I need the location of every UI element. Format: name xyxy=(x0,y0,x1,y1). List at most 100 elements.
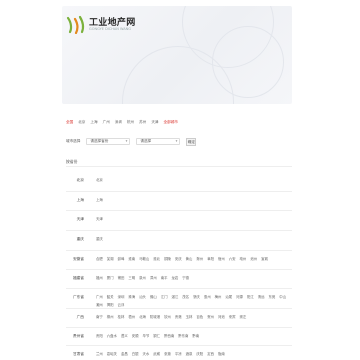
city-link[interactable]: 佛山 xyxy=(150,295,157,299)
city-link[interactable]: 池州 xyxy=(250,257,257,261)
city-link[interactable]: 厦门 xyxy=(107,276,114,280)
city-link[interactable]: 韶关 xyxy=(107,295,114,299)
city-link[interactable]: 张掖 xyxy=(164,352,171,356)
city-link[interactable]: 北海 xyxy=(139,315,146,319)
city-link[interactable]: 深圳 xyxy=(118,295,125,299)
city-link[interactable]: 贺州 xyxy=(207,315,214,319)
city-link[interactable]: 桂林 xyxy=(118,315,125,319)
city-link[interactable]: 清远 xyxy=(258,295,265,299)
city-link[interactable]: 安庆 xyxy=(175,257,182,261)
city-link[interactable]: 蚌埠 xyxy=(118,257,125,261)
city-link[interactable]: 梧州 xyxy=(128,315,135,319)
city-link[interactable]: 马鞍山 xyxy=(139,257,149,261)
city-link[interactable]: 阜阳 xyxy=(207,257,214,261)
city-tab-guangzhou[interactable]: 广州 xyxy=(103,118,110,126)
city-link[interactable]: 芜湖 xyxy=(107,257,114,261)
province-select[interactable]: 请选择省份 ▾ xyxy=(86,138,131,145)
city-link[interactable]: 揭阳 xyxy=(107,303,114,307)
city-link[interactable]: 嘉峪关 xyxy=(107,352,117,356)
city-select[interactable]: 请选择 ▾ xyxy=(136,138,181,145)
site-logo-icon[interactable] xyxy=(66,14,88,34)
city-link[interactable]: 云浮 xyxy=(118,303,125,307)
city-link[interactable]: 天津 xyxy=(96,217,103,221)
city-link[interactable]: 定西 xyxy=(207,352,214,356)
city-link[interactable]: 黄山 xyxy=(186,257,193,261)
city-link[interactable]: 东莞 xyxy=(269,295,276,299)
city-link[interactable]: 平凉 xyxy=(175,352,182,356)
city-link[interactable]: 百色 xyxy=(196,315,203,319)
city-link[interactable]: 六盘水 xyxy=(107,334,117,338)
city-link[interactable]: 淮北 xyxy=(153,257,160,261)
city-link[interactable]: 柳州 xyxy=(107,315,114,319)
city-link[interactable]: 三明 xyxy=(128,276,135,280)
city-link[interactable]: 白银 xyxy=(132,352,139,356)
city-link[interactable]: 南平 xyxy=(161,276,168,280)
city-link[interactable]: 黔东南 xyxy=(178,334,188,338)
city-link[interactable]: 梅州 xyxy=(215,295,222,299)
city-link[interactable]: 黔西南 xyxy=(164,334,174,338)
city-link[interactable]: 铜仁 xyxy=(153,334,160,338)
city-link[interactable]: 中山 xyxy=(279,295,286,299)
city-tab-all-country[interactable]: 全国 xyxy=(66,118,73,126)
search-submit-button[interactable]: 确定 xyxy=(186,137,197,146)
city-link[interactable]: 庆阳 xyxy=(196,352,203,356)
city-link[interactable]: 上海 xyxy=(96,198,103,202)
city-link[interactable]: 黔南 xyxy=(192,334,199,338)
city-link[interactable]: 安顺 xyxy=(132,334,139,338)
city-link[interactable]: 贵阳 xyxy=(96,334,103,338)
city-link[interactable]: 北京 xyxy=(96,178,103,182)
city-link[interactable]: 汕头 xyxy=(139,295,146,299)
city-link[interactable]: 防城港 xyxy=(150,315,160,319)
city-link[interactable]: 惠州 xyxy=(204,295,211,299)
city-link[interactable]: 汕尾 xyxy=(225,295,232,299)
city-link[interactable]: 崇左 xyxy=(240,315,247,319)
city-link[interactable]: 淮南 xyxy=(128,257,135,261)
city-link[interactable]: 酒泉 xyxy=(186,352,193,356)
city-link[interactable]: 钦州 xyxy=(164,315,171,319)
city-link[interactable]: 来宾 xyxy=(229,315,236,319)
city-tab-hangzhou[interactable]: 杭州 xyxy=(127,118,134,126)
city-link[interactable]: 肇庆 xyxy=(193,295,200,299)
city-link[interactable]: 合肥 xyxy=(96,257,103,261)
city-link[interactable]: 重庆 xyxy=(96,237,103,241)
city-link[interactable]: 兰州 xyxy=(96,352,103,356)
city-link[interactable]: 潮州 xyxy=(96,303,103,307)
city-link[interactable]: 珠海 xyxy=(128,295,135,299)
hero-banner: 工业地产网 GONGYE DICHAN WANG xyxy=(62,6,292,104)
city-link[interactable]: 广州 xyxy=(96,295,103,299)
city-link[interactable]: 亳州 xyxy=(240,257,247,261)
city-link[interactable]: 金昌 xyxy=(121,352,128,356)
city-link[interactable]: 江门 xyxy=(161,295,168,299)
city-tab-shenzhen[interactable]: 深圳 xyxy=(115,118,122,126)
city-link[interactable]: 遵义 xyxy=(121,334,128,338)
city-link[interactable]: 陇南 xyxy=(218,352,225,356)
city-link[interactable]: 毕节 xyxy=(143,334,150,338)
city-link[interactable]: 天水 xyxy=(143,352,150,356)
city-link[interactable]: 湛江 xyxy=(171,295,178,299)
city-links-row: 南宁 柳州 桂林 梧州 北海 防城港 钦州 贵港 玉林 百色 贺州 河池 来宾 崇左 xyxy=(96,313,292,321)
city-link[interactable]: 贵港 xyxy=(175,315,182,319)
city-link[interactable]: 阳江 xyxy=(247,295,254,299)
city-tab-suzhou[interactable]: 苏州 xyxy=(139,118,146,126)
city-link[interactable]: 河源 xyxy=(236,295,243,299)
city-link[interactable]: 南宁 xyxy=(96,315,103,319)
city-link[interactable]: 龙岩 xyxy=(171,276,178,280)
city-tab-shanghai[interactable]: 上海 xyxy=(90,118,97,126)
city-tab-beijing[interactable]: 北京 xyxy=(78,118,85,126)
city-link[interactable]: 滁州 xyxy=(196,257,203,261)
city-link[interactable]: 莆田 xyxy=(118,276,125,280)
city-link[interactable]: 六安 xyxy=(229,257,236,261)
city-link[interactable]: 铜陵 xyxy=(164,257,171,261)
city-link[interactable]: 宣城 xyxy=(261,257,268,261)
city-link[interactable]: 漳州 xyxy=(150,276,157,280)
city-link[interactable]: 河池 xyxy=(218,315,225,319)
city-tab-tianjin[interactable]: 天津 xyxy=(151,118,158,126)
city-link[interactable]: 宁德 xyxy=(182,276,189,280)
city-link[interactable]: 武威 xyxy=(153,352,160,356)
city-link[interactable]: 福州 xyxy=(96,276,103,280)
all-cities-link[interactable]: 全部城市 xyxy=(164,118,178,126)
city-link[interactable]: 泉州 xyxy=(139,276,146,280)
city-link[interactable]: 玉林 xyxy=(186,315,193,319)
city-link[interactable]: 茂名 xyxy=(182,295,189,299)
city-link[interactable]: 宿州 xyxy=(218,257,225,261)
